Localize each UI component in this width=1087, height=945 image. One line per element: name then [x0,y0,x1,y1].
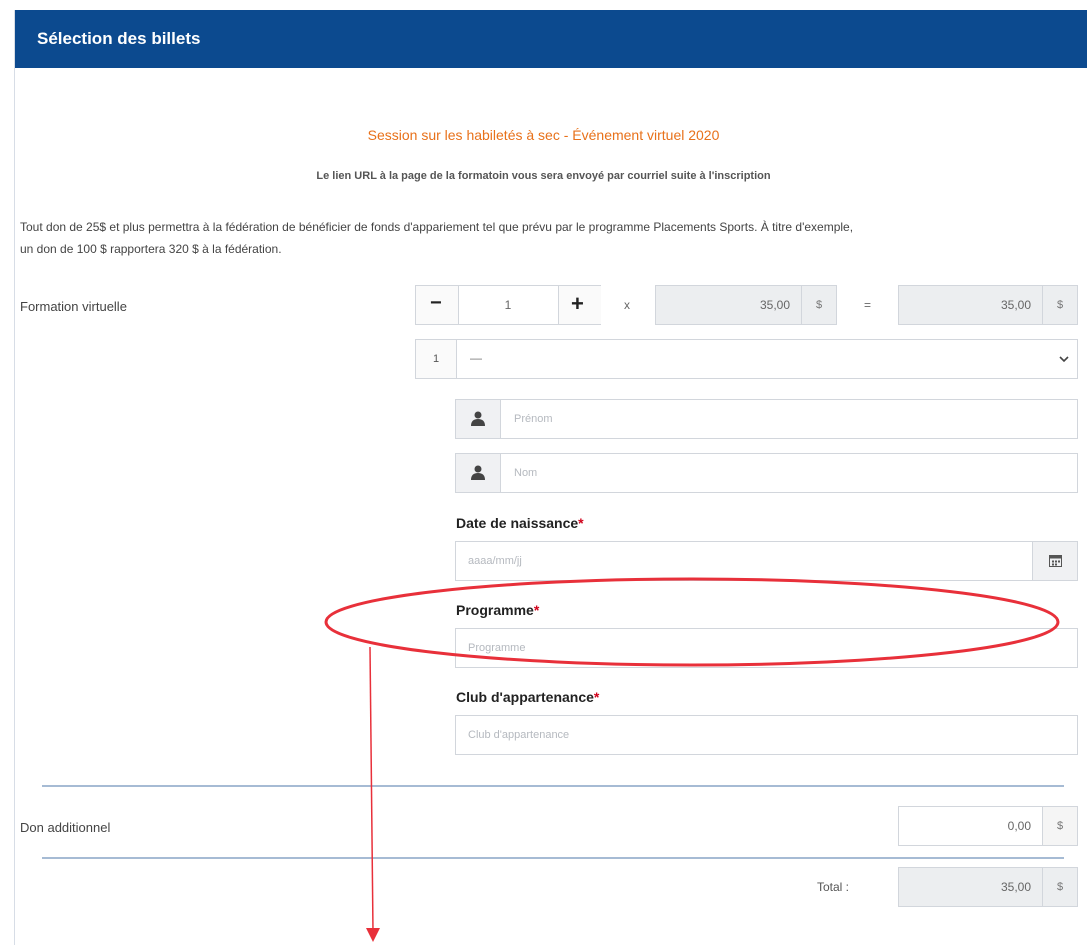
donation-label: Don additionnel [20,820,111,835]
decrement-button[interactable]: − [416,286,459,324]
dob-label: Date de naissance* [456,515,584,531]
times-sign: x [624,298,630,312]
ticket-type-label: Formation virtuelle [20,299,127,314]
club-field[interactable]: Club d'appartenance [455,715,1078,755]
calendar-icon[interactable] [1032,542,1077,580]
divider [42,857,1064,859]
total-currency: $ [1042,868,1077,906]
unit-price-field: 35,00 $ [655,285,837,325]
user-icon [456,400,501,438]
quantity-stepper: − 1 + [415,285,601,325]
divider [42,785,1064,787]
quantity-input[interactable]: 1 [458,286,558,324]
program-label: Programme* [456,602,540,618]
lastname-field[interactable]: Nom [455,453,1078,493]
panel-header: Sélection des billets [15,10,1087,68]
panel-title: Sélection des billets [37,29,201,48]
program-placeholder: Programme [468,642,526,654]
donation-value: 0,00 [1007,819,1031,833]
equals-sign: = [864,298,872,312]
line-total-value: 35,00 [1000,298,1031,312]
plus-icon: + [571,291,584,316]
user-icon [456,454,501,492]
donation-notice-line1: Tout don de 25$ et plus permettra à la f… [20,220,854,234]
dob-placeholder: aaaa/mm/jj [468,555,522,567]
attendee-select-value: — [470,351,482,365]
minus-icon: − [430,292,442,314]
total-field: 35,00 $ [898,867,1078,907]
firstname-placeholder: Prénom [514,413,553,425]
chevron-down-icon [1059,356,1069,363]
dob-field[interactable]: aaaa/mm/jj [455,541,1078,581]
event-subtitle: Le lien URL à la page de la formatoin vo… [316,170,771,182]
attendee-select-group: 1 — [415,339,1078,379]
line-total-field: 35,00 $ [898,285,1078,325]
event-title: Session sur les habiletés à sec - Événem… [367,127,720,143]
increment-button[interactable]: + [558,286,601,324]
donation-notice-line2: un don de 100 $ rapportera 320 $ à la fé… [20,242,282,256]
unit-price-currency: $ [801,286,836,324]
lastname-placeholder: Nom [514,467,538,479]
donation-currency: $ [1042,807,1077,845]
unit-price-value: 35,00 [759,298,790,312]
program-field[interactable]: Programme [455,628,1078,668]
club-label: Club d'appartenance* [456,689,600,705]
club-placeholder: Club d'appartenance [468,729,570,741]
attendee-index: 1 [416,340,457,378]
attendee-select[interactable]: — [456,340,1077,378]
firstname-field[interactable]: Prénom [455,399,1078,439]
total-label: Total : [817,880,850,894]
total-value: 35,00 [1000,880,1031,894]
donation-input[interactable]: 0,00 $ [898,806,1078,846]
line-total-currency: $ [1042,286,1077,324]
